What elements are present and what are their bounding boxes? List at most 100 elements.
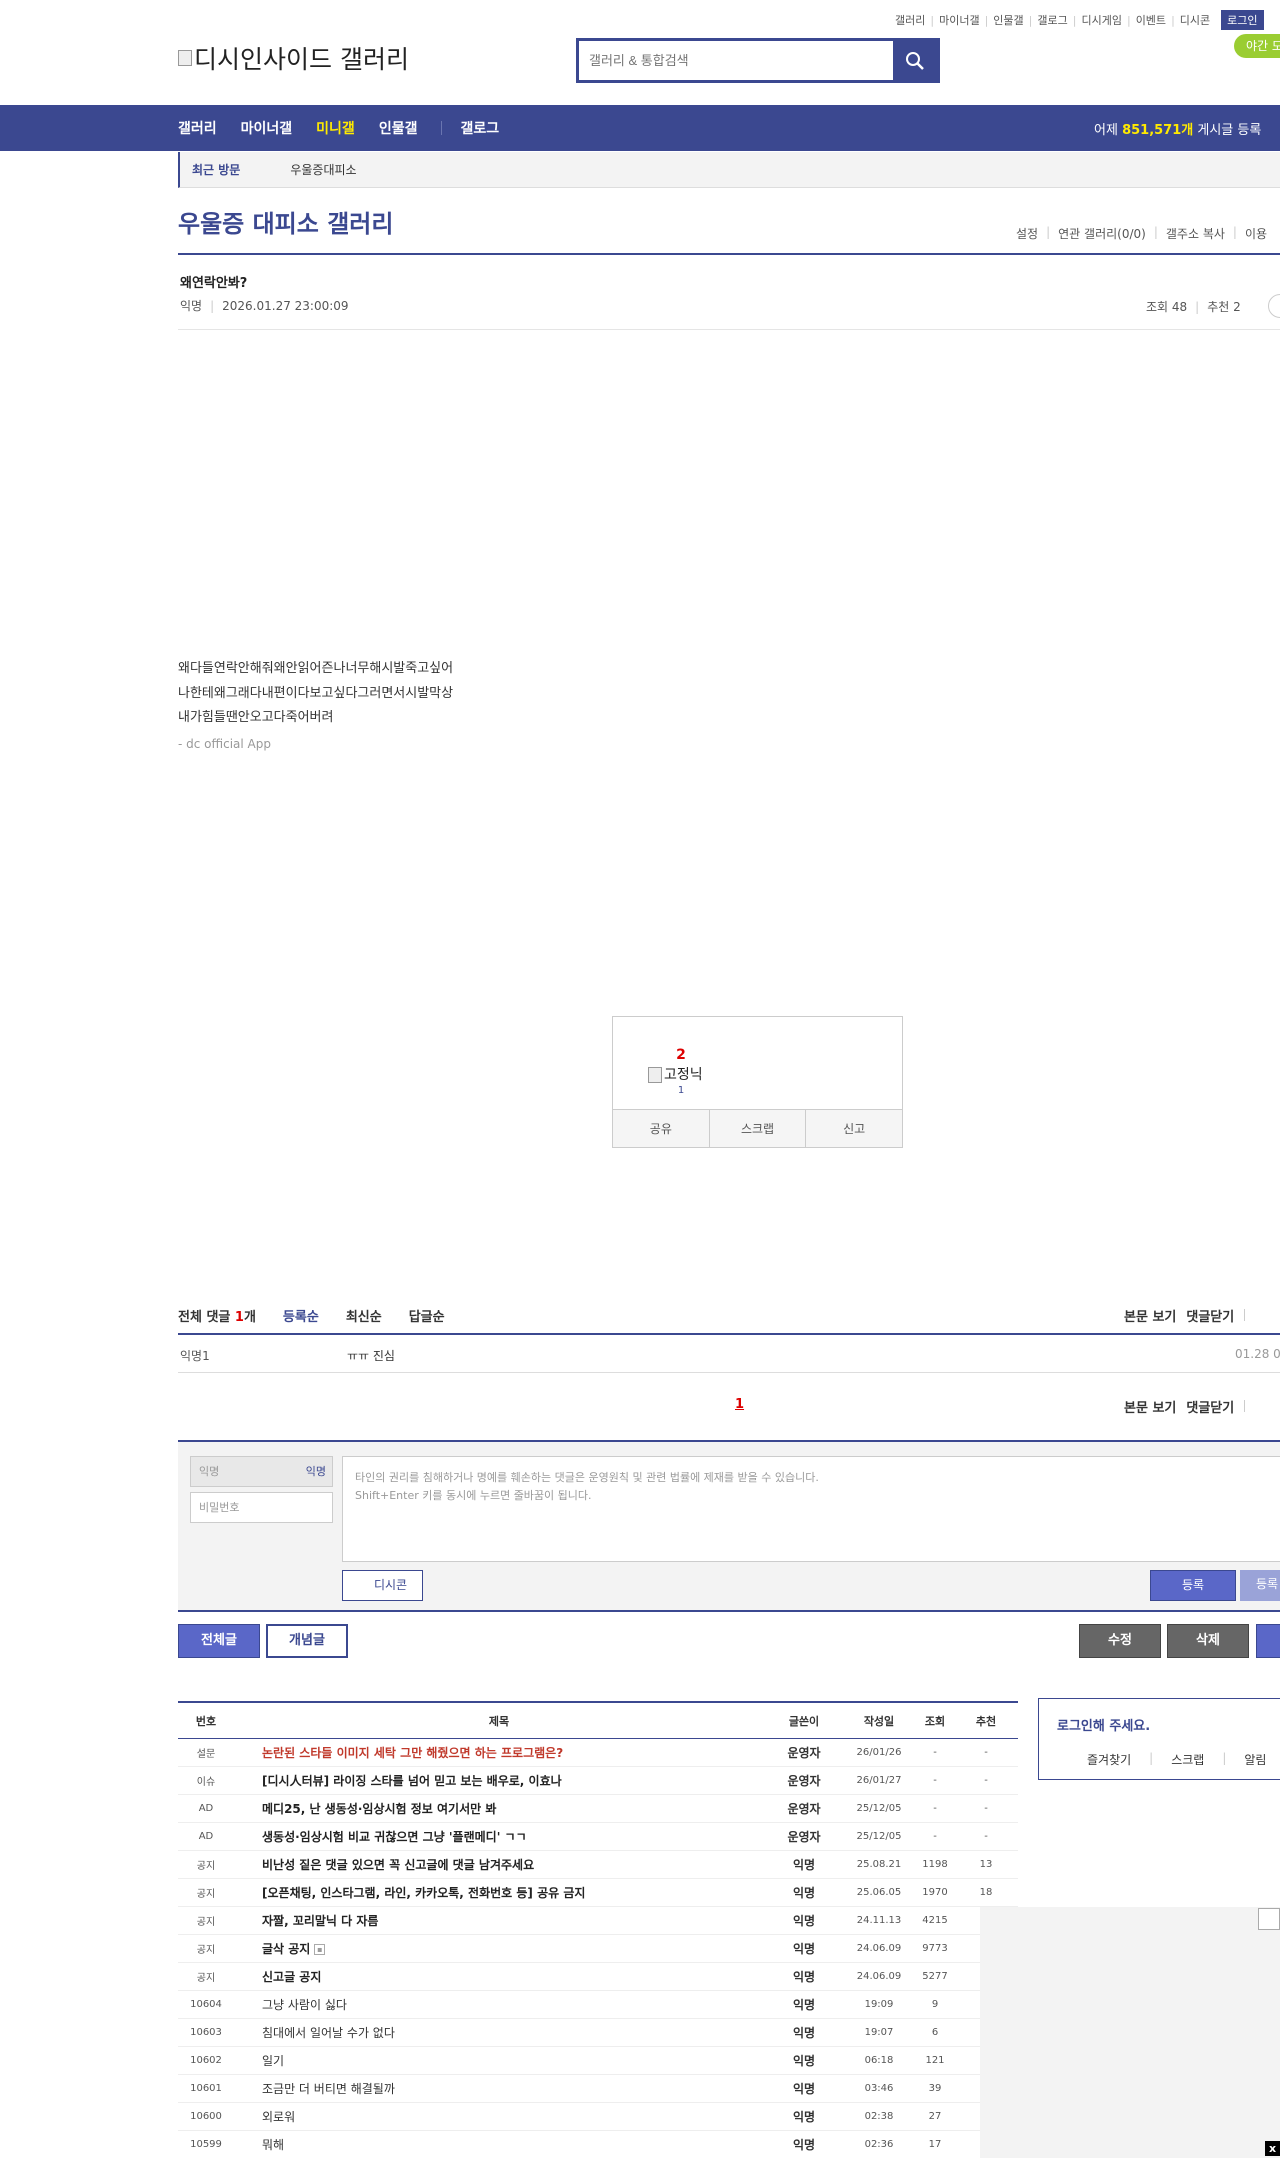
post-title-link[interactable]: 그냥 사람이 싫다 bbox=[234, 1996, 764, 2013]
post-title-link[interactable]: 논란된 스타들 이미지 세탁 그만 해줬으면 하는 프로그램은? bbox=[234, 1744, 764, 1761]
tool-usage[interactable]: 이용 bbox=[1237, 225, 1275, 242]
scrap-link[interactable]: 스크랩 bbox=[1171, 1751, 1204, 1768]
post-writer[interactable]: 익명 bbox=[764, 1996, 844, 2013]
list-item[interactable]: 공지 비난성 짙은 댓글 있으면 꼭 신고글에 댓글 남겨주세요 익명 25.08.2… bbox=[178, 1851, 1018, 1879]
nav-gallog[interactable]: 갤로그 bbox=[460, 118, 499, 138]
top-link-gallog[interactable]: 갤로그 bbox=[1032, 12, 1072, 28]
list-item[interactable]: 이슈 [디시人터뷰] 라이징 스타를 넘어 믿고 보는 배우로, 이효나 운영자 26… bbox=[178, 1767, 1018, 1795]
post-title-link[interactable]: 침대에서 일어날 수가 없다 bbox=[234, 2024, 764, 2041]
search-input[interactable] bbox=[579, 41, 893, 80]
sort-reply[interactable]: 답글순 bbox=[409, 1306, 445, 1325]
list-item[interactable]: 10603 침대에서 일어날 수가 없다 익명 19:07 6 bbox=[178, 2019, 1018, 2047]
post-writer[interactable]: 운영자 bbox=[764, 1744, 844, 1761]
nav-person-gallery[interactable]: 인물갤 bbox=[379, 118, 418, 138]
list-item[interactable]: AD 생동성·임상시험 비교 귀찮으면 그냥 '플랜메디' ㄱㄱ 운영자 25/12/… bbox=[178, 1823, 1018, 1851]
login-box: 로그인해 주세요. 즐겨찾기 | 스크랩 | 알림 bbox=[1038, 1698, 1280, 1780]
favorites-link[interactable]: 즐겨찾기 bbox=[1087, 1751, 1131, 1768]
login-prompt[interactable]: 로그인해 주세요. bbox=[1057, 1715, 1150, 1734]
post-title-link[interactable]: 생동성·임상시험 비교 귀찮으면 그냥 '플랜메디' ㄱㄱ bbox=[234, 1828, 764, 1845]
comment-jump-button[interactable] bbox=[1268, 294, 1280, 318]
close-comments-link[interactable]: 댓글닫기 bbox=[1186, 1306, 1234, 1325]
list-item[interactable]: 설문 논란된 스타들 이미지 세탁 그만 해줬으면 하는 프로그램은? 운영자 26/… bbox=[178, 1739, 1018, 1767]
post-title-link[interactable]: 자짤, 꼬리말닉 다 자름 bbox=[234, 1912, 764, 1929]
post-title-link[interactable]: [오픈채팅, 인스타그램, 라인, 카카오톡, 전화번호 등] 공유 금지 bbox=[234, 1884, 764, 1901]
comment-page-1[interactable]: 1 bbox=[735, 1397, 744, 1412]
gallery-title[interactable]: 우울증 대피소 갤러리 bbox=[178, 204, 393, 239]
post-writer[interactable]: 익명 bbox=[764, 2136, 844, 2153]
nav-minor-gallery[interactable]: 마이너갤 bbox=[241, 118, 293, 138]
list-item[interactable]: 공지 글삭 공지 ▪ 익명 24.06.09 9773 bbox=[178, 1935, 1018, 1963]
post-writer[interactable]: 운영자 bbox=[764, 1800, 844, 1817]
tool-settings[interactable]: 설정 bbox=[1008, 225, 1046, 242]
top-link-gallery[interactable]: 갤러리 bbox=[890, 12, 930, 28]
post-title-link[interactable]: 비난성 짙은 댓글 있으면 꼭 신고글에 댓글 남겨주세요 bbox=[234, 1856, 764, 1873]
post-author[interactable]: 익명 bbox=[180, 299, 202, 313]
post-writer[interactable]: 운영자 bbox=[764, 1828, 844, 1845]
post-title-link[interactable]: 일기 bbox=[234, 2052, 764, 2069]
top-link-person[interactable]: 인물갤 bbox=[988, 12, 1028, 28]
post-title-link[interactable]: 메디25, 난 생동성·임상시험 정보 여기서만 봐 bbox=[234, 1800, 764, 1817]
broken-image-icon bbox=[1258, 1908, 1280, 1930]
post-writer[interactable]: 익명 bbox=[764, 1884, 844, 1901]
sort-registered[interactable]: 등록순 bbox=[283, 1306, 319, 1325]
search-button[interactable] bbox=[893, 41, 937, 80]
edit-button[interactable]: 수정 bbox=[1079, 1624, 1161, 1658]
comment-nick[interactable]: 익명1 bbox=[180, 1347, 210, 1364]
alarm-link[interactable]: 알림 bbox=[1244, 1751, 1266, 1768]
post-title-link[interactable]: [디시人터뷰] 라이징 스타를 넘어 믿고 보는 배우로, 이효나 bbox=[234, 1772, 764, 1789]
nav-mini-gallery[interactable]: 미니갤 bbox=[316, 118, 355, 138]
post-title-link[interactable]: 신고글 공지 bbox=[234, 1968, 764, 1985]
post-title-link[interactable]: 조금만 더 버티면 해결될까 bbox=[234, 2080, 764, 2097]
dccon-button[interactable]: 디시콘 bbox=[342, 1570, 423, 1601]
password-field[interactable]: 비밀번호 bbox=[190, 1492, 333, 1523]
post-title-link[interactable]: 글삭 공지 ▪ bbox=[234, 1940, 764, 1957]
tool-copy-address[interactable]: 갤주소 복사 bbox=[1158, 225, 1233, 242]
share-button[interactable]: 공유 bbox=[613, 1110, 710, 1147]
list-item[interactable]: 10601 조금만 더 버티면 해결될까 익명 03:46 39 bbox=[178, 2075, 1018, 2103]
nav-gallery[interactable]: 갤러리 bbox=[178, 118, 217, 138]
close-icon[interactable]: x bbox=[1265, 2141, 1280, 2156]
list-item[interactable]: 10600 외로워 익명 02:38 27 bbox=[178, 2103, 1018, 2131]
post-writer[interactable]: 익명 bbox=[764, 2108, 844, 2125]
post-writer[interactable]: 익명 bbox=[764, 2080, 844, 2097]
list-item[interactable]: AD 메디25, 난 생동성·임상시험 정보 여기서만 봐 운영자 25/12/05 -… bbox=[178, 1795, 1018, 1823]
scrap-button[interactable]: 스크랩 bbox=[710, 1110, 807, 1147]
post-writer[interactable]: 익명 bbox=[764, 1968, 844, 1985]
list-item[interactable]: 10604 그냥 사람이 싫다 익명 19:09 9 bbox=[178, 1991, 1018, 2019]
close-comments-link[interactable]: 댓글닫기 bbox=[1186, 1397, 1234, 1416]
login-button[interactable]: 로그인 bbox=[1221, 10, 1264, 30]
post-title-link[interactable]: 외로워 bbox=[234, 2108, 764, 2125]
sort-latest[interactable]: 최신순 bbox=[346, 1306, 382, 1325]
post-writer[interactable]: 익명 bbox=[764, 1856, 844, 1873]
view-body-link[interactable]: 본문 보기 bbox=[1124, 1306, 1176, 1325]
post-writer[interactable]: 익명 bbox=[764, 2024, 844, 2041]
post-writer[interactable]: 운영자 bbox=[764, 1772, 844, 1789]
post-title-link[interactable]: 뭐해 bbox=[234, 2136, 764, 2153]
post-writer[interactable]: 익명 bbox=[764, 1912, 844, 1929]
top-link-event[interactable]: 이벤트 bbox=[1131, 12, 1171, 28]
concept-posts-button[interactable]: 개념글 bbox=[266, 1624, 348, 1658]
list-item[interactable]: 공지 신고글 공지 익명 24.06.09 5277 bbox=[178, 1963, 1018, 1991]
comment-submit-button[interactable]: 등록 bbox=[1150, 1570, 1236, 1601]
write-button[interactable] bbox=[1256, 1624, 1280, 1658]
list-item[interactable]: 공지 [오픈채팅, 인스타그램, 라인, 카카오톡, 전화번호 등] 공유 금지 익… bbox=[178, 1879, 1018, 1907]
list-item[interactable]: 공지 자짤, 꼬리말닉 다 자름 익명 24.11.13 4215 bbox=[178, 1907, 1018, 1935]
comment-textarea[interactable]: 타인의 권리를 침해하거나 명예를 훼손하는 댓글은 운영원칙 및 관련 법률에… bbox=[342, 1456, 1280, 1562]
night-mode-button[interactable]: 야간 모드 bbox=[1234, 34, 1280, 58]
recent-visit-item[interactable]: 우울증대피소 bbox=[290, 161, 356, 178]
name-field[interactable]: 익명 익명 bbox=[190, 1456, 333, 1487]
post-writer[interactable]: 익명 bbox=[764, 1940, 844, 1957]
report-button[interactable]: 신고 bbox=[806, 1110, 902, 1147]
top-link-game[interactable]: 디시게임 bbox=[1076, 12, 1126, 28]
comment-submit-secondary-button[interactable]: 등록 bbox=[1240, 1570, 1280, 1601]
all-posts-button[interactable]: 전체글 bbox=[178, 1624, 260, 1658]
top-link-minor[interactable]: 마이너갤 bbox=[934, 12, 984, 28]
post-writer[interactable]: 익명 bbox=[764, 2052, 844, 2069]
view-body-link[interactable]: 본문 보기 bbox=[1124, 1397, 1176, 1416]
list-item[interactable]: 10602 일기 익명 06:18 121 bbox=[178, 2047, 1018, 2075]
delete-button[interactable]: 삭제 bbox=[1167, 1624, 1249, 1658]
top-link-dccon[interactable]: 디시콘 bbox=[1175, 12, 1215, 28]
tool-related-gallery[interactable]: 연관 갤러리(0/0) bbox=[1050, 225, 1154, 242]
list-item[interactable]: 10599 뭐해 익명 02:36 17 bbox=[178, 2131, 1018, 2158]
site-logo[interactable]: 디시인사이드 갤러리 bbox=[178, 40, 409, 76]
